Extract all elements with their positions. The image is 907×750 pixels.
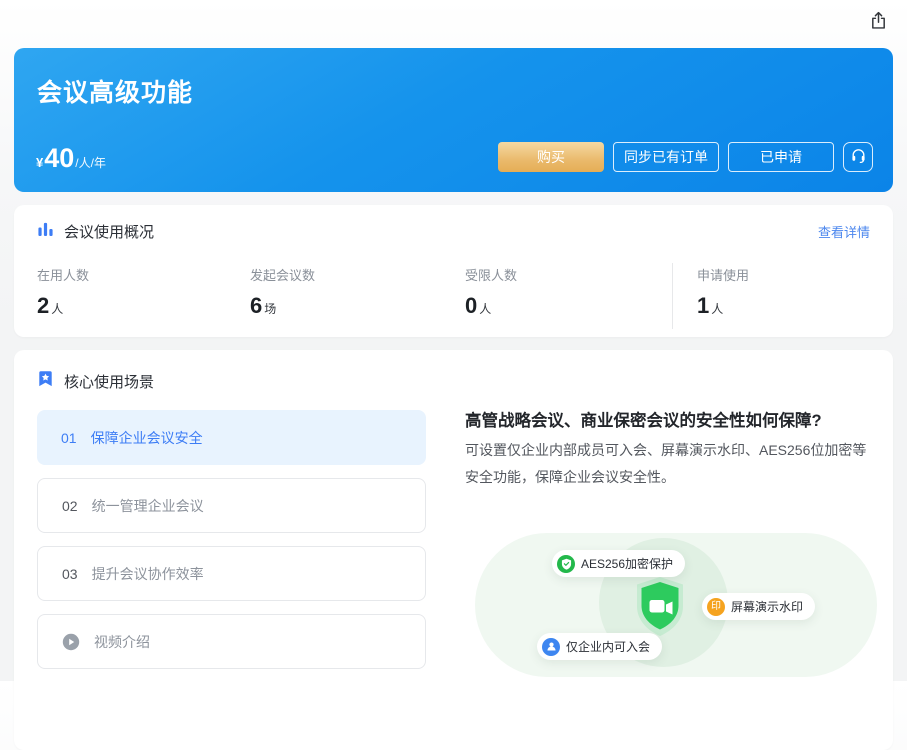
badge-label: 屏幕演示水印 [731, 598, 803, 615]
badge-aes-encryption: AES256加密保护 [552, 550, 685, 577]
user-icon [542, 638, 560, 656]
scenario-item-security[interactable]: 01 保障企业会议安全 [37, 410, 426, 465]
view-details-link[interactable]: 查看详情 [818, 222, 870, 241]
scenario-number: 01 [61, 430, 77, 446]
support-button[interactable] [843, 142, 873, 172]
product-banner: 会议高级功能 ¥ 40 /人/年 购买 同步已有订单 已申请 [14, 48, 893, 192]
usage-overview-card: 会议使用概况 查看详情 在用人数 2人 发起会议数 6场 受限人数 0人 申请使… [14, 205, 893, 337]
price-unit: /人/年 [75, 154, 106, 171]
scenarios-card-title: 核心使用场景 [64, 371, 154, 392]
usage-card-title: 会议使用概况 [64, 221, 154, 242]
badge-screen-watermark: 印 屏幕演示水印 [702, 593, 815, 620]
video-intro-item[interactable]: 视频介绍 [37, 614, 426, 669]
banner-actions: 购买 同步已有订单 已申请 [498, 142, 873, 172]
stat-applied-users: 申请使用 1人 [697, 265, 749, 319]
stat-unit: 人 [479, 300, 491, 317]
stat-label: 受限人数 [465, 265, 517, 284]
video-intro-label: 视频介绍 [94, 632, 150, 652]
price: ¥ 40 /人/年 [36, 145, 106, 172]
stat-unit: 场 [264, 300, 276, 317]
badge-label: 仅企业内可入会 [566, 638, 650, 655]
top-bar [0, 0, 907, 45]
stat-unit: 人 [51, 300, 63, 317]
buy-button[interactable]: 购买 [498, 142, 604, 172]
scenario-number: 03 [62, 566, 78, 582]
play-icon [62, 633, 80, 651]
scenario-label: 保障企业会议安全 [91, 428, 203, 448]
share-button[interactable] [865, 10, 891, 36]
applied-button[interactable]: 已申请 [728, 142, 834, 172]
page-title: 会议高级功能 [37, 73, 193, 109]
shield-check-icon [557, 555, 575, 573]
scenario-label: 统一管理企业会议 [92, 496, 204, 516]
scenario-detail-heading: 高管战略会议、商业保密会议的安全性如何保障? [465, 407, 875, 431]
stat-value: 1 [697, 293, 709, 319]
stats-divider [672, 263, 673, 329]
sync-orders-button[interactable]: 同步已有订单 [613, 142, 719, 172]
stat-unit: 人 [711, 300, 723, 317]
stamp-icon: 印 [707, 598, 725, 616]
badge-members-only: 仅企业内可入会 [537, 633, 662, 660]
stat-active-users: 在用人数 2人 [37, 265, 89, 319]
scenario-detail-description: 可设置仅企业内部成员可入会、屏幕演示水印、AES256位加密等安全功能，保障企业… [465, 437, 873, 491]
stat-label: 发起会议数 [250, 265, 315, 284]
usage-card-header: 会议使用概况 [37, 220, 154, 242]
bookmark-star-icon [37, 370, 54, 392]
share-icon [868, 10, 889, 36]
stamp-glyph: 印 [711, 602, 721, 612]
price-currency: ¥ [36, 155, 43, 170]
stat-label: 在用人数 [37, 265, 89, 284]
badge-label: AES256加密保护 [581, 555, 673, 572]
bar-chart-icon [37, 220, 54, 242]
stat-value: 2 [37, 293, 49, 319]
headset-icon [850, 147, 867, 167]
stat-label: 申请使用 [697, 265, 749, 284]
core-scenarios-card: 核心使用场景 01 保障企业会议安全 02 统一管理企业会议 03 提升会议协作… [14, 350, 893, 750]
scenario-number: 02 [62, 498, 78, 514]
scenario-label: 提升会议协作效率 [92, 564, 204, 584]
price-value: 40 [44, 145, 74, 172]
stat-value: 0 [465, 293, 477, 319]
scenario-item-management[interactable]: 02 统一管理企业会议 [37, 478, 426, 533]
scenario-item-efficiency[interactable]: 03 提升会议协作效率 [37, 546, 426, 601]
stat-meetings-started: 发起会议数 6场 [250, 265, 315, 319]
scenarios-card-header: 核心使用场景 [37, 370, 154, 392]
stat-restricted-users: 受限人数 0人 [465, 265, 517, 319]
stat-value: 6 [250, 293, 262, 319]
